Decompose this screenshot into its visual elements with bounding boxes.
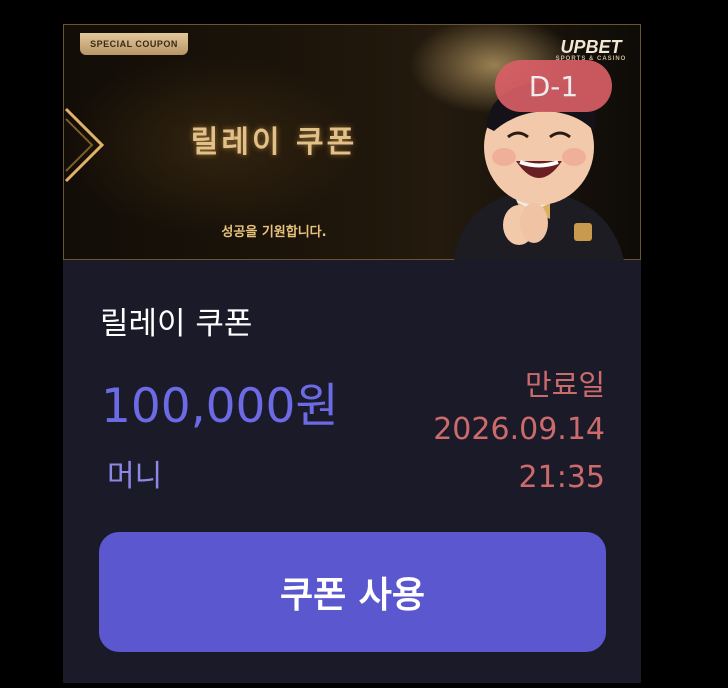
coupon-title: 릴레이 쿠폰	[100, 306, 253, 342]
expiry-label: 만료일	[524, 368, 605, 402]
coupon-amount: 100,000원	[101, 379, 339, 434]
coupon-card: SPECIAL COUPON 릴레이 쿠폰 성공을 기원합니다. UPBET S…	[63, 24, 641, 683]
coupon-type: 머니	[107, 459, 163, 494]
d-day-badge: D-1	[495, 60, 612, 112]
expiry-time: 21:35	[518, 460, 605, 495]
use-coupon-button[interactable]: 쿠폰 사용	[99, 532, 606, 652]
brand-logo-text: UPBET	[560, 37, 622, 57]
banner-title: 릴레이 쿠폰	[190, 125, 358, 160]
coupon-banner: SPECIAL COUPON 릴레이 쿠폰 성공을 기원합니다. UPBET S…	[63, 24, 641, 261]
chevron-right-icon	[64, 107, 105, 183]
banner-subtitle: 성공을 기원합니다.	[221, 225, 327, 240]
brand-logo: UPBET SPORTS & CASINO	[551, 37, 631, 62]
expiry-date: 2026.09.14	[433, 412, 605, 447]
special-coupon-badge: SPECIAL COUPON	[80, 33, 188, 55]
